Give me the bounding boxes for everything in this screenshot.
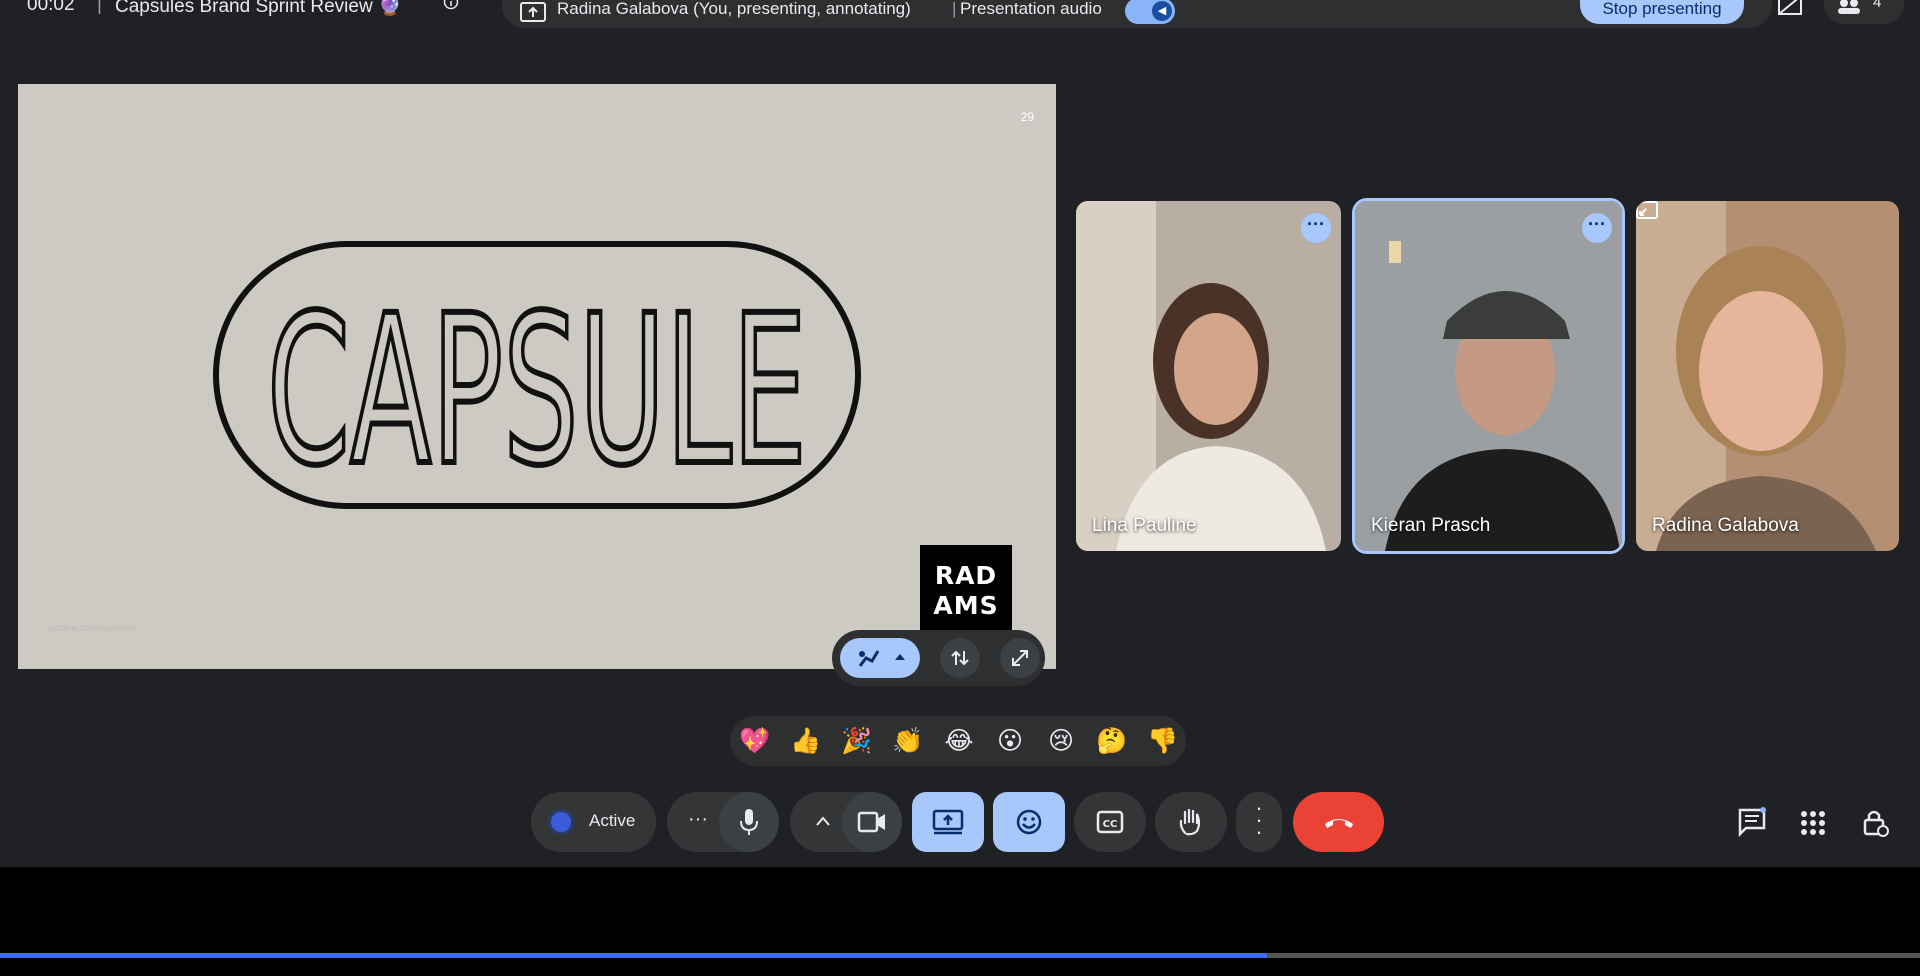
more-vertical-icon: · · · bbox=[1255, 795, 1263, 844]
picture-in-picture-icon[interactable] bbox=[1636, 201, 1658, 219]
microphone-icon bbox=[740, 809, 758, 835]
video-feed-kieran bbox=[1355, 201, 1622, 551]
progress-fill bbox=[0, 953, 1268, 958]
tile-more-options-button[interactable]: ··· bbox=[1582, 213, 1612, 243]
raise-hand-button[interactable] bbox=[1155, 792, 1227, 852]
microphone-button[interactable] bbox=[719, 792, 779, 852]
participant-name: Radina Galabova bbox=[1652, 515, 1799, 536]
participant-name: Lina Pauline bbox=[1092, 515, 1197, 536]
present-to-all-icon bbox=[932, 809, 964, 835]
reaction-laughing[interactable]: 😂 bbox=[942, 724, 976, 758]
emoji-icon bbox=[1016, 809, 1042, 835]
leave-call-button[interactable] bbox=[1293, 792, 1384, 852]
chat-icon[interactable] bbox=[1737, 807, 1767, 837]
hang-up-icon bbox=[1325, 819, 1353, 828]
title-separator: | bbox=[97, 0, 102, 15]
layout-icon[interactable] bbox=[1775, 0, 1805, 18]
rad-ams-logo: RAD AMS bbox=[920, 545, 1012, 637]
participants-button[interactable] bbox=[1824, 0, 1904, 24]
apps-grid-icon[interactable] bbox=[1798, 807, 1828, 837]
microphone-group: ··· bbox=[667, 792, 779, 852]
closed-captions-icon: CC bbox=[1096, 810, 1124, 834]
capsule-outline: CAPSULE bbox=[213, 241, 861, 514]
speaker-icon: ◀ bbox=[1152, 1, 1172, 21]
swap-arrows-icon bbox=[951, 650, 969, 666]
tile-more-options-button[interactable]: ··· bbox=[1301, 213, 1331, 243]
more-horizontal-icon: ··· bbox=[688, 808, 708, 830]
active-status-pill[interactable]: Active bbox=[531, 792, 656, 852]
svg-text:CC: CC bbox=[1103, 819, 1118, 830]
logo-line-1: RAD bbox=[934, 561, 998, 590]
present-screen-button[interactable] bbox=[912, 792, 984, 852]
player-bar bbox=[0, 867, 1920, 976]
info-icon[interactable] bbox=[443, 0, 459, 10]
reaction-crying[interactable]: 😢 bbox=[1044, 724, 1078, 758]
reaction-clapping[interactable]: 👏 bbox=[891, 724, 925, 758]
camera-group bbox=[790, 792, 902, 852]
progress-track[interactable] bbox=[0, 953, 1920, 958]
host-controls-lock-icon[interactable] bbox=[1860, 807, 1890, 837]
shared-slide: 29 CAPSULE radams.com/capsules RAD AMS bbox=[18, 84, 1056, 669]
reactions-bar: 💖 👍 🎉 👏 😂 😮 😢 🤔 👎 bbox=[730, 716, 1186, 766]
active-status-label: Active bbox=[589, 811, 636, 830]
reaction-thinking[interactable]: 🤔 bbox=[1095, 724, 1129, 758]
reaction-sparkling-heart[interactable]: 💖 bbox=[738, 724, 772, 758]
video-camera-icon bbox=[857, 811, 885, 833]
chevron-up-icon bbox=[816, 816, 830, 826]
hand-icon bbox=[1179, 808, 1201, 836]
more-options-button[interactable]: · · · bbox=[1236, 792, 1282, 852]
reaction-surprised[interactable]: 😮 bbox=[993, 724, 1027, 758]
expand-icon bbox=[1012, 650, 1028, 666]
call-controls: Active ··· CC · · · bbox=[0, 784, 1920, 854]
pen-icon bbox=[858, 650, 880, 667]
participant-tile-lina[interactable]: Lina Pauline ··· bbox=[1076, 201, 1341, 551]
annotate-button[interactable] bbox=[840, 638, 920, 678]
slide-footnote: radams.com/capsules bbox=[48, 623, 136, 633]
reaction-thumbs-down[interactable]: 👎 bbox=[1146, 724, 1180, 758]
presenter-status: Radina Galabova (You, presenting, annota… bbox=[557, 0, 911, 18]
presentation-toolbar bbox=[832, 630, 1045, 686]
present-screen-icon bbox=[520, 2, 546, 22]
meeting-timer: 00:02 bbox=[27, 0, 75, 15]
swap-button[interactable] bbox=[940, 638, 980, 678]
participant-tile-radina[interactable]: Radina Galabova bbox=[1636, 201, 1899, 551]
participant-name: Kieran Prasch bbox=[1371, 515, 1491, 536]
video-feed-lina bbox=[1076, 201, 1341, 551]
banner-separator: | bbox=[952, 0, 957, 18]
active-status-icon bbox=[551, 812, 571, 832]
stop-presenting-button[interactable]: Stop presenting bbox=[1580, 0, 1744, 24]
presentation-audio-toggle[interactable]: ◀ bbox=[1125, 0, 1175, 24]
participants-count: 4 bbox=[1873, 0, 1882, 11]
participant-tile-kieran[interactable]: Kieran Prasch ··· bbox=[1352, 198, 1625, 554]
reaction-party-popper[interactable]: 🎉 bbox=[840, 724, 874, 758]
reaction-thumbs-up[interactable]: 👍 bbox=[789, 724, 823, 758]
meeting-title: Capsules Brand Sprint Review 🔮 bbox=[115, 0, 402, 17]
logo-line-2: AMS bbox=[933, 591, 999, 620]
people-icon bbox=[1838, 0, 1860, 14]
video-feed-radina bbox=[1636, 201, 1899, 551]
reactions-button[interactable] bbox=[993, 792, 1065, 852]
camera-button[interactable] bbox=[842, 792, 902, 852]
presentation-audio-label: Presentation audio bbox=[960, 0, 1102, 18]
chevron-up-icon[interactable] bbox=[894, 652, 906, 662]
slide-headline: CAPSULE bbox=[267, 271, 807, 511]
top-bar: 00:02 | Capsules Brand Sprint Review 🔮 R… bbox=[0, 0, 1920, 30]
captions-button[interactable]: CC bbox=[1074, 792, 1146, 852]
fullscreen-button[interactable] bbox=[1000, 638, 1040, 678]
